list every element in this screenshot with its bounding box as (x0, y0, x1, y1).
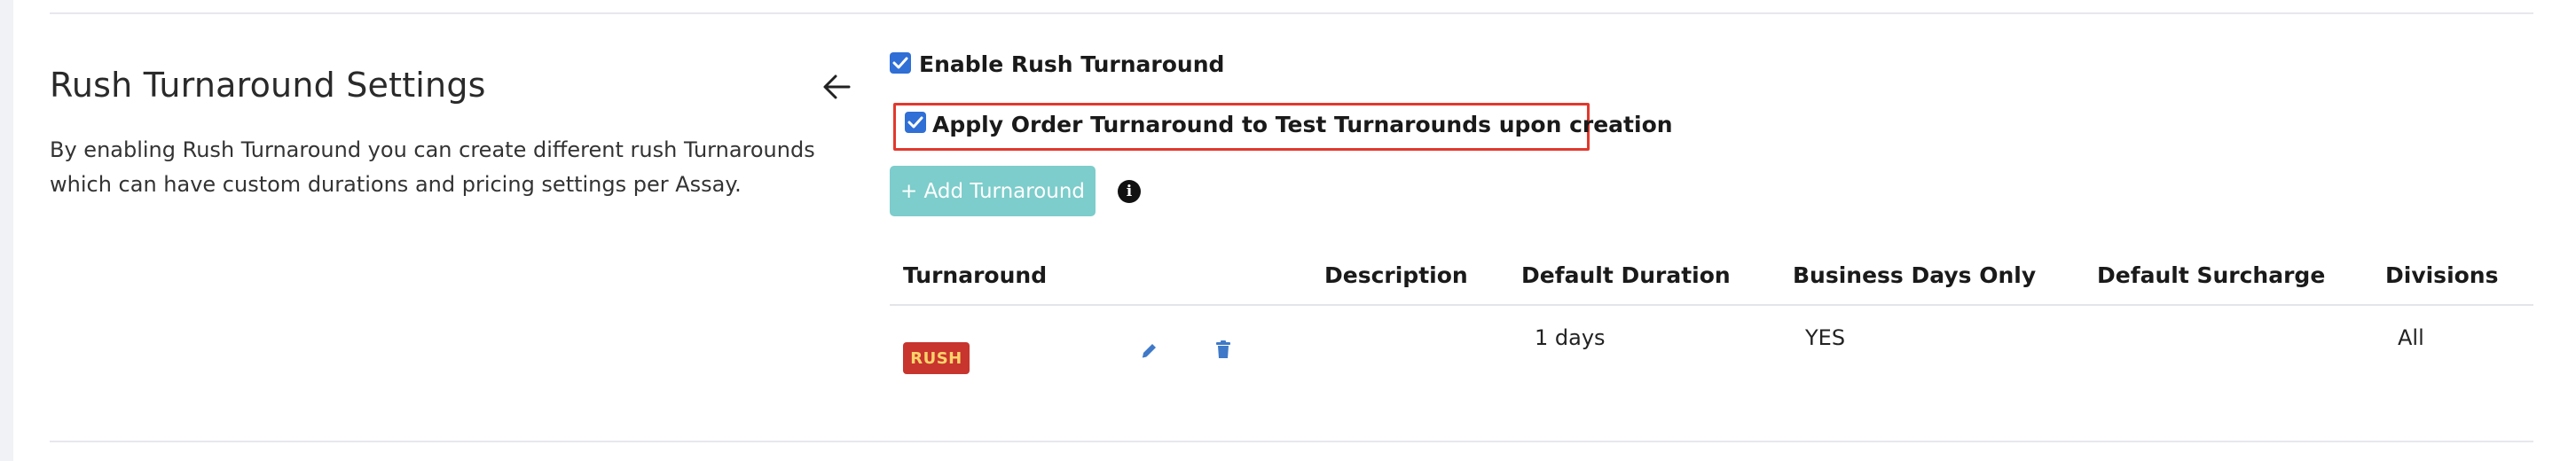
cell-default-duration: 1 days (1535, 325, 1606, 350)
header-description: Description (1324, 262, 1468, 288)
edit-icon[interactable] (1138, 339, 1161, 362)
header-default-surcharge: Default Surcharge (2097, 262, 2326, 288)
header-default-duration: Default Duration (1521, 262, 1731, 288)
delete-icon[interactable] (1212, 338, 1235, 361)
enable-rush-label[interactable]: Enable Rush Turnaround (919, 51, 1224, 77)
settings-panel: Rush Turnaround Settings By enabling Rus… (13, 0, 2576, 461)
back-arrow-icon[interactable] (821, 71, 852, 103)
apply-order-label[interactable]: Apply Order Turnaround to Test Turnaroun… (932, 112, 1673, 137)
header-turnaround: Turnaround (903, 262, 1048, 288)
cell-business-days-only: YES (1805, 325, 1846, 350)
add-turnaround-button[interactable]: + Add Turnaround (890, 166, 1096, 216)
checkmark-icon (892, 57, 908, 69)
section-title: Rush Turnaround Settings (50, 66, 486, 105)
rush-badge: RUSH (903, 342, 970, 374)
cell-divisions: All (2398, 325, 2424, 350)
apply-order-checkbox[interactable] (905, 112, 926, 133)
info-icon[interactable]: i (1118, 180, 1141, 203)
enable-rush-checkbox[interactable] (890, 52, 911, 74)
checkmark-icon (907, 116, 923, 129)
top-divider (50, 12, 2533, 14)
section-description: By enabling Rush Turnaround you can crea… (50, 137, 815, 197)
header-business-days-only: Business Days Only (1793, 262, 2037, 288)
table-header-divider (890, 304, 2533, 306)
header-divisions: Divisions (2385, 262, 2499, 288)
bottom-divider (50, 441, 2533, 442)
